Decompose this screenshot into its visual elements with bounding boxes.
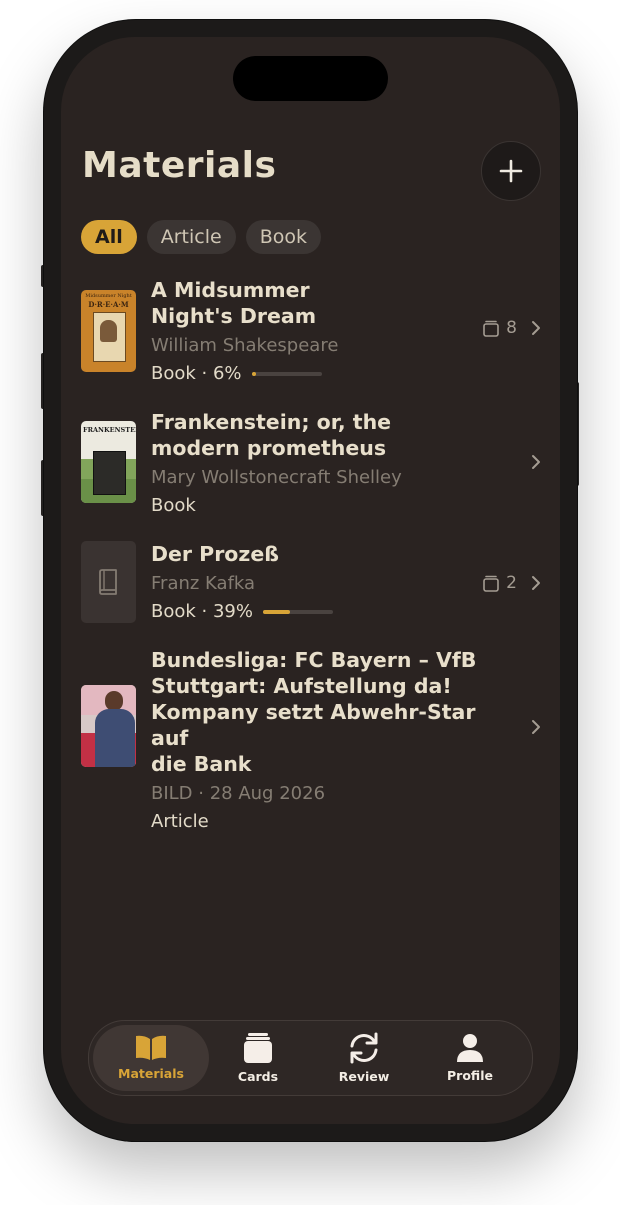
tab-cards[interactable]: Cards bbox=[200, 1025, 316, 1091]
chevron-right-icon bbox=[532, 455, 540, 469]
material-info: Der Prozeß Franz Kafka Book · 39% bbox=[151, 541, 333, 625]
material-title: Der Prozeß bbox=[151, 542, 279, 566]
book-cover-placeholder bbox=[81, 541, 136, 623]
progress-fill bbox=[262, 610, 291, 614]
material-title: A Midsummer bbox=[151, 278, 310, 302]
page-title: Materials bbox=[82, 145, 277, 186]
card-count: 8 bbox=[482, 318, 541, 338]
tab-label: Profile bbox=[447, 1068, 493, 1083]
material-type: Book · 39% bbox=[151, 601, 253, 622]
book-icon bbox=[99, 569, 117, 595]
tab-label: Cards bbox=[237, 1069, 279, 1084]
open-book-icon bbox=[136, 1035, 166, 1060]
cover-text-dream: D·R·E·A·M bbox=[88, 300, 129, 309]
material-type-progress: Book · 39% bbox=[151, 599, 333, 625]
material-title: Frankenstein; or, the bbox=[151, 410, 392, 434]
bottom-tab-bar: Materials Cards Review Profile bbox=[88, 1020, 533, 1096]
filter-chips: All Article Book bbox=[81, 220, 321, 254]
plus-icon bbox=[499, 159, 523, 183]
material-title: Bundesliga: FC Bayern – VfB bbox=[151, 648, 477, 672]
material-author: Mary Wollstonecraft Shelley bbox=[151, 467, 402, 488]
book-cover-frankenstein: FRANKENSTEIN bbox=[81, 421, 136, 503]
material-title-cont: modern prometheus bbox=[151, 436, 387, 460]
tab-materials[interactable]: Materials bbox=[93, 1025, 209, 1091]
cover-text: Midsummer Night bbox=[85, 293, 132, 299]
material-type-progress: Book · 6% bbox=[151, 361, 338, 387]
material-author: William Shakespeare bbox=[151, 335, 339, 356]
progress-fill bbox=[251, 372, 256, 376]
filter-chip-article[interactable]: Article bbox=[146, 220, 236, 254]
refresh-icon bbox=[350, 1032, 378, 1064]
cards-stack-icon bbox=[483, 320, 499, 337]
dynamic-island bbox=[233, 56, 388, 101]
person-icon bbox=[457, 1034, 483, 1062]
material-row-midsummer[interactable]: Midsummer Night D·R·E·A·M A Midsummer Ni… bbox=[81, 277, 541, 384]
tab-review[interactable]: Review bbox=[306, 1025, 422, 1091]
material-author: Franz Kafka bbox=[151, 573, 256, 594]
progress-bar bbox=[251, 372, 322, 376]
chevron-right-icon bbox=[532, 321, 540, 335]
material-source-date: BILD · 28 Aug 2026 bbox=[151, 783, 326, 804]
material-row-der-prozess[interactable]: Der Prozeß Franz Kafka Book · 39% 2 bbox=[81, 541, 541, 625]
card-count-value: 2 bbox=[506, 573, 517, 593]
material-row-frankenstein[interactable]: FRANKENSTEIN Frankenstein; or, the moder… bbox=[81, 409, 541, 516]
material-info: Frankenstein; or, the modern prometheus … bbox=[151, 409, 402, 519]
article-thumbnail bbox=[81, 685, 136, 767]
chevron-right-icon bbox=[532, 576, 540, 590]
cards-stack-icon bbox=[483, 575, 499, 592]
tab-label: Review bbox=[338, 1069, 390, 1084]
progress-bar bbox=[262, 610, 333, 614]
filter-chip-all[interactable]: All bbox=[81, 220, 137, 254]
material-row-bundesliga[interactable]: Bundesliga: FC Bayern – VfB Stuttgart: A… bbox=[81, 647, 541, 832]
material-title-cont: Stuttgart: Aufstellung da! bbox=[151, 674, 452, 698]
add-material-button[interactable] bbox=[481, 141, 541, 201]
cards-icon bbox=[244, 1033, 272, 1063]
row-chevron bbox=[531, 719, 541, 735]
material-type: Book bbox=[151, 495, 196, 516]
row-chevron bbox=[531, 454, 541, 470]
material-type: Book · 6% bbox=[151, 363, 242, 384]
tab-profile[interactable]: Profile bbox=[412, 1025, 528, 1091]
material-type: Article bbox=[151, 811, 209, 832]
material-info: Bundesliga: FC Bayern – VfB Stuttgart: A… bbox=[151, 647, 511, 835]
card-count-value: 8 bbox=[506, 318, 517, 338]
card-count: 2 bbox=[482, 573, 541, 593]
material-title-cont: Kompany setzt Abwehr-Star auf bbox=[151, 700, 476, 750]
material-info: A Midsummer Night's Dream William Shakes… bbox=[151, 277, 338, 387]
book-cover-midsummer: Midsummer Night D·R·E·A·M bbox=[81, 290, 136, 372]
material-title-cont: Night's Dream bbox=[151, 304, 317, 328]
material-title-cont: die Bank bbox=[151, 752, 252, 776]
chevron-right-icon bbox=[532, 720, 540, 734]
app-screen: Materials All Article Book Midsummer Nig… bbox=[61, 37, 560, 1124]
filter-chip-book[interactable]: Book bbox=[245, 220, 321, 254]
cover-text: FRANKENSTEIN bbox=[83, 426, 136, 434]
tab-label: Materials bbox=[118, 1066, 184, 1081]
